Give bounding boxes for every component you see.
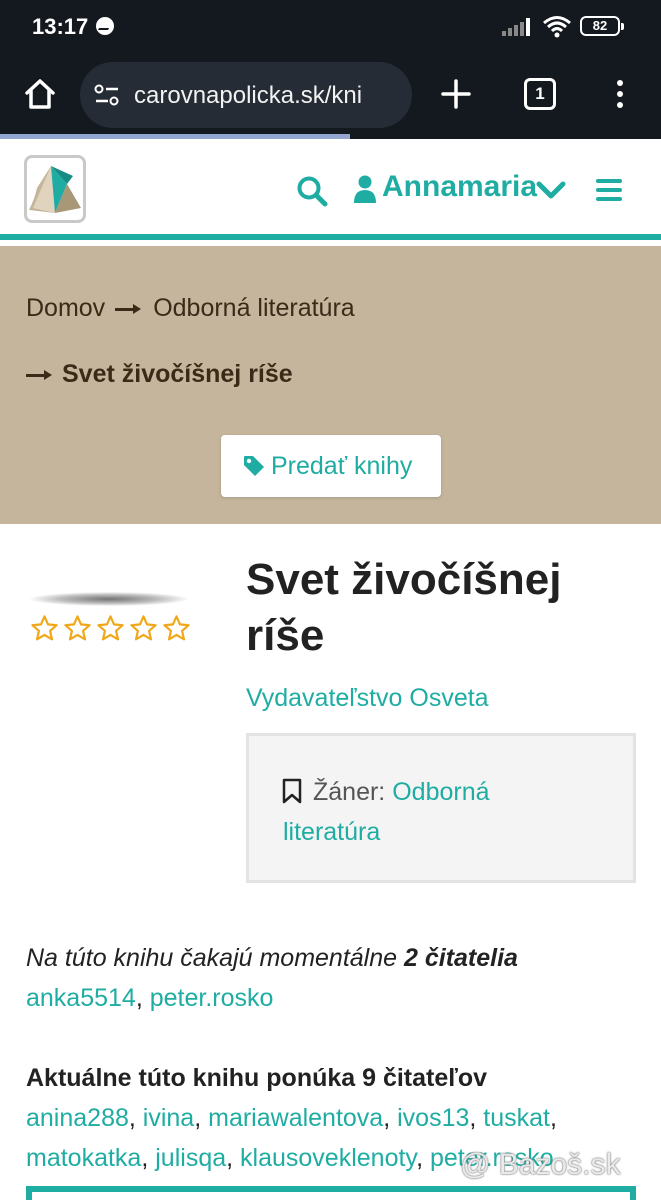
genre-box: Žáner: Odborná literatúra	[246, 733, 636, 883]
user-menu-name[interactable]: Annamaria	[382, 170, 537, 204]
sell-books-button[interactable]: Predať knihy	[221, 435, 441, 497]
hamburger-menu-icon[interactable]	[596, 179, 622, 201]
browser-toolbar: carovnapolicka.sk/kni 1	[0, 56, 661, 134]
star-icon[interactable]	[96, 614, 125, 643]
status-time: 13:17	[32, 14, 89, 39]
breadcrumb-current: Svet živočíšnej ríše	[62, 360, 293, 388]
breadcrumb-home-link[interactable]: Domov	[26, 294, 105, 322]
offering-user-link[interactable]: klausoveklenoty	[240, 1144, 416, 1172]
arrow-right-icon	[115, 302, 143, 316]
book-logo-icon	[29, 166, 81, 213]
offering-user-link[interactable]: ivina	[143, 1104, 194, 1132]
offering-user-link[interactable]: matokatka	[26, 1144, 141, 1172]
search-icon[interactable]	[296, 175, 328, 207]
site-header: Annamaria	[0, 139, 661, 240]
waiting-user-link[interactable]: peter.rosko	[150, 984, 274, 1012]
signal-icon	[502, 18, 532, 36]
bottom-panel-border	[26, 1186, 636, 1200]
star-rating[interactable]	[30, 614, 192, 646]
waiting-user-link[interactable]: anka5514	[26, 984, 136, 1012]
waiting-text: Na túto knihu čakajú momentálne	[26, 944, 398, 972]
breadcrumb-category-link[interactable]: Odborná literatúra	[153, 294, 355, 322]
offering-user-link[interactable]: mariawalentova	[208, 1104, 383, 1132]
offering-heading: Aktuálne túto knihu ponúka 9 čitateľov	[26, 1064, 488, 1092]
wifi-icon	[543, 16, 571, 38]
site-logo[interactable]	[24, 155, 86, 223]
star-icon[interactable]	[63, 614, 92, 643]
sell-books-label: Predať knihy	[271, 452, 413, 480]
book-cover-image[interactable]	[30, 592, 188, 606]
offering-user-link[interactable]: tuskat	[483, 1104, 550, 1132]
waiting-readers: Na túto knihu čakajú momentálne 2 čitate…	[26, 944, 518, 1012]
publisher-link[interactable]: Vydavateľstvo Osveta	[246, 684, 489, 713]
site-settings-icon[interactable]	[94, 84, 120, 106]
star-icon[interactable]	[162, 614, 191, 643]
genre-label: Žáner:	[313, 778, 386, 806]
book-title: Svet živočíšnej ríše	[246, 555, 562, 660]
arrow-right-icon	[26, 368, 54, 382]
more-menu-icon[interactable]	[614, 76, 626, 112]
address-bar[interactable]: carovnapolicka.sk/kni	[80, 62, 412, 128]
chevron-down-icon[interactable]	[536, 179, 566, 201]
waiting-count: 2 čitatelia	[404, 944, 518, 972]
tab-switcher-button[interactable]: 1	[524, 78, 556, 110]
offering-user-link[interactable]: julisqa	[155, 1144, 226, 1172]
messenger-icon	[96, 17, 114, 35]
battery-indicator: 82	[580, 16, 624, 36]
star-icon[interactable]	[30, 614, 59, 643]
star-icon[interactable]	[129, 614, 158, 643]
url-text: carovnapolicka.sk/kni	[134, 82, 363, 109]
breadcrumb: Domov Odborná literatúra Svet živočíšnej …	[0, 246, 661, 524]
tag-icon	[244, 456, 264, 476]
home-icon[interactable]	[22, 76, 58, 112]
watermark: @ Bazoš.sk	[460, 1148, 621, 1181]
user-icon[interactable]	[354, 175, 376, 203]
offering-user-link[interactable]: ivos13	[397, 1104, 469, 1132]
offering-user-link[interactable]: anina288	[26, 1104, 129, 1132]
new-tab-icon[interactable]	[438, 76, 474, 112]
status-bar: 13:17 82	[0, 0, 661, 56]
